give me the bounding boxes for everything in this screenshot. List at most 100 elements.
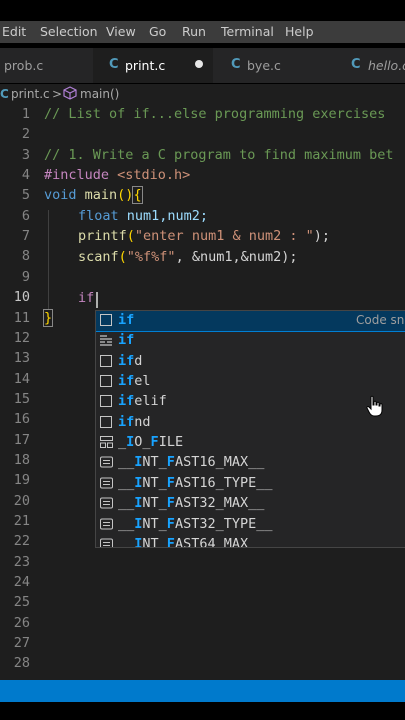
breadcrumb-file[interactable]: print.c	[11, 87, 50, 101]
suggestion-item[interactable]: __INT_FAST16_TYPE__	[96, 474, 405, 494]
suggestion-label: __INT_FAST16_MAX__	[118, 454, 265, 471]
line-number: 10	[13, 289, 30, 306]
code-editor[interactable]: 1 2 3 4 5 6 7 8 9 10 11 12 13 14 15 16 17 18 19 20 21 22 23 24 2…	[0, 106, 405, 680]
line-number: 26	[13, 614, 30, 631]
line-number: 15	[13, 390, 30, 407]
line-number: 4	[21, 167, 30, 184]
line-number: 25	[13, 594, 30, 611]
tab-label: prob.c	[4, 58, 44, 73]
snippet-icon	[100, 354, 112, 367]
tab-bar: prob.c C print.c C bye.c C hello.c	[0, 48, 405, 83]
line-number: 24	[13, 574, 30, 591]
snippet-icon	[100, 314, 112, 326]
line-number: 23	[13, 553, 30, 570]
menu-run[interactable]: Run	[182, 24, 206, 39]
code-line-5: void main(){	[44, 186, 143, 204]
status-bar	[0, 680, 405, 702]
code-line-4: #include <stdio.h>	[44, 167, 191, 183]
c-file-icon: C	[0, 87, 9, 101]
line-number: 12	[13, 329, 30, 346]
line-number: 1	[21, 106, 30, 122]
snippet-icon	[100, 415, 112, 428]
menu-edit[interactable]: Edit	[2, 24, 26, 39]
menu-help[interactable]: Help	[285, 24, 314, 39]
code-line-7: printf("enter num1 & num2 : ");	[78, 228, 330, 244]
suggestion-item[interactable]: if	[96, 331, 405, 351]
line-number: 11	[13, 309, 30, 326]
line-number: 18	[13, 451, 30, 468]
tab-print-c[interactable]: C print.c	[93, 48, 213, 83]
tab-label: bye.c	[247, 58, 281, 73]
suggestion-label: __INT_FAST32_MAX__	[118, 495, 265, 512]
struct-icon	[100, 436, 113, 449]
line-number: 7	[21, 228, 30, 245]
line-number: 27	[13, 635, 30, 652]
line-number: 5	[21, 187, 30, 204]
constant-icon	[100, 477, 113, 489]
suggestion-label: _IO_FILE	[118, 434, 184, 451]
unsaved-dot-icon[interactable]	[195, 60, 203, 68]
suggestion-item[interactable]: ifnd	[96, 413, 405, 433]
line-number: 21	[13, 513, 30, 529]
tab-prob-c[interactable]: prob.c	[0, 48, 93, 83]
breadcrumb-separator: >	[52, 87, 63, 101]
suggestion-label: ifel	[118, 373, 151, 390]
line-number: 14	[13, 370, 30, 387]
line-number: 9	[21, 268, 30, 285]
snippet-icon	[100, 395, 112, 408]
line-number: 2	[21, 126, 30, 143]
suggestion-item[interactable]: __INT_FAST64_MAX__	[96, 535, 405, 547]
keyword-icon	[100, 334, 112, 346]
suggestion-label: if	[118, 312, 135, 328]
suggestion-item[interactable]: if Code sn	[96, 311, 405, 332]
code-line-1: // List of if...else programming exercis…	[44, 106, 386, 122]
line-number: 28	[13, 655, 30, 672]
code-line-11: }	[42, 309, 54, 327]
code-line-3: // 1. Write a C program to find maximum …	[44, 147, 394, 163]
c-file-icon: C	[351, 57, 361, 72]
breadcrumb: C print.c > main()	[0, 84, 405, 106]
suggestion-label: __INT_FAST16_TYPE__	[118, 474, 273, 491]
suggestion-item[interactable]: ifelif	[96, 392, 405, 412]
line-number: 17	[13, 431, 30, 448]
suggestion-detail: Code sn	[356, 313, 405, 327]
autocomplete-suggestions[interactable]: if Code sn if ifd ifel ifelif ifnd _IO_FILE __IN…	[95, 310, 405, 548]
code-line-8: scanf("%f%f", &num1,&num2);	[78, 249, 298, 265]
suggestion-item[interactable]: __INT_FAST16_MAX__	[96, 453, 405, 473]
constant-icon	[100, 538, 113, 547]
line-number: 8	[21, 248, 30, 265]
breadcrumb-symbol[interactable]: main()	[80, 87, 119, 101]
snippet-icon	[100, 375, 112, 388]
constant-icon	[100, 456, 113, 468]
constant-icon	[100, 497, 113, 509]
suggestion-item[interactable]: __INT_FAST32_TYPE__	[96, 515, 405, 535]
tab-label: hello.c	[368, 58, 405, 73]
suggestion-item[interactable]: __INT_FAST32_MAX__	[96, 494, 405, 514]
suggestion-item[interactable]: ifd	[96, 352, 405, 372]
tab-hello-c[interactable]: C hello.c	[333, 48, 405, 83]
suggestion-label: if	[118, 332, 135, 349]
line-number: 16	[13, 411, 30, 428]
top-black-bar	[0, 0, 405, 21]
menu-selection[interactable]: Selection	[40, 24, 98, 39]
line-number: 13	[13, 350, 30, 367]
line-number: 22	[13, 533, 30, 550]
bottom-black-bar	[0, 702, 405, 720]
c-file-icon: C	[109, 57, 119, 72]
menu-view[interactable]: View	[106, 24, 136, 39]
code-line-10: if	[78, 290, 95, 306]
tab-label: print.c	[125, 58, 166, 73]
line-number: 20	[13, 492, 30, 509]
c-file-icon: C	[231, 57, 241, 72]
suggestion-label: ifd	[118, 352, 143, 369]
suggestion-label: __INT_FAST32_TYPE__	[118, 515, 273, 532]
tab-bye-c[interactable]: C bye.c	[213, 48, 333, 83]
menu-go[interactable]: Go	[149, 24, 166, 39]
menu-terminal[interactable]: Terminal	[221, 24, 274, 39]
mouse-pointer-icon	[366, 395, 384, 421]
line-number: 19	[13, 472, 30, 489]
suggestion-item[interactable]: ifel	[96, 372, 405, 392]
text-cursor	[96, 292, 98, 308]
suggestion-item[interactable]: _IO_FILE	[96, 433, 405, 453]
line-number: 3	[21, 146, 30, 163]
